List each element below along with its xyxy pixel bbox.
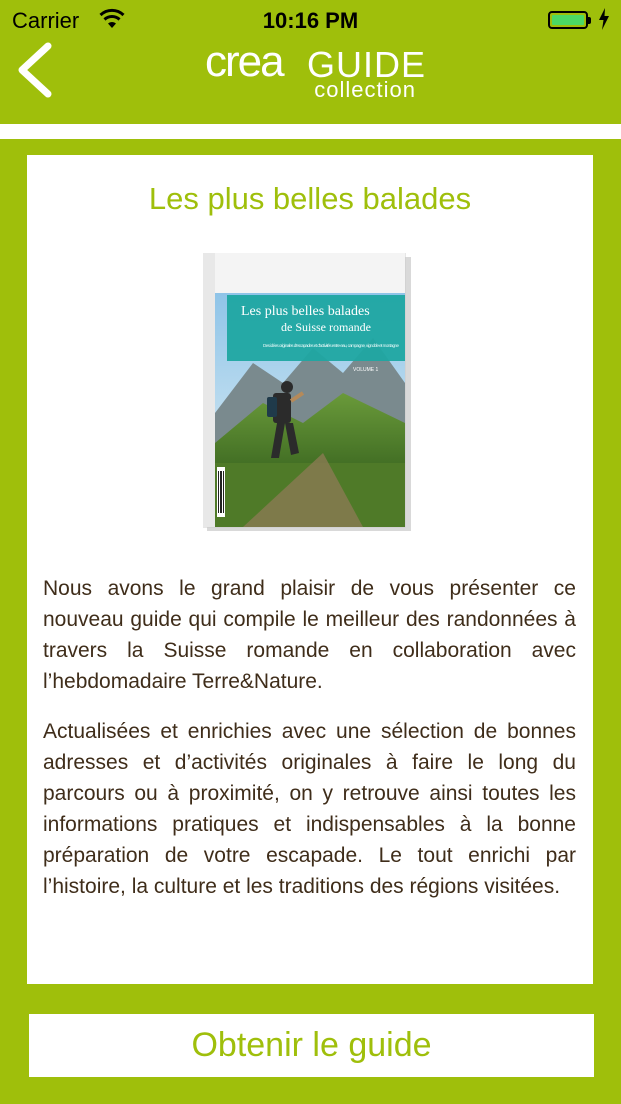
logo-crea: crea	[205, 37, 285, 86]
cover-blurb: Des idées originales d'escapades et d'ac…	[263, 343, 399, 348]
cover-title: Les plus belles balades	[241, 304, 370, 319]
book-cover-image: Les plus belles balades de Suisse romand…	[203, 253, 411, 531]
battery-level	[552, 15, 584, 25]
charging-icon	[599, 8, 609, 30]
status-bar: Carrier 10:16 PM	[0, 0, 621, 40]
clock: 10:16 PM	[262, 8, 359, 33]
description-paragraph: Nous avons le grand plaisir de vous prés…	[43, 577, 576, 693]
chevron-left-icon	[18, 42, 52, 98]
guide-card: Les plus belles balades Les plus belles …	[27, 155, 593, 984]
battery-icon	[548, 11, 591, 29]
get-guide-button[interactable]: Obtenir le guide	[29, 1014, 594, 1077]
barcode-graphic	[217, 467, 225, 517]
header-divider	[0, 124, 621, 139]
description-paragraph: Actualisées et enrichies avec une sélect…	[43, 720, 576, 898]
logo-collection: collection	[314, 77, 416, 102]
guide-title: Les plus belles balades	[148, 181, 472, 216]
app-logo: crea GUIDE collection	[205, 37, 425, 104]
cover-subtitle: de Suisse romande	[281, 320, 371, 334]
cover-volume: VOLUME 1	[353, 367, 379, 373]
guide-description: Nous avons le grand plaisir de vous prés…	[43, 573, 576, 921]
back-button[interactable]	[12, 40, 60, 100]
